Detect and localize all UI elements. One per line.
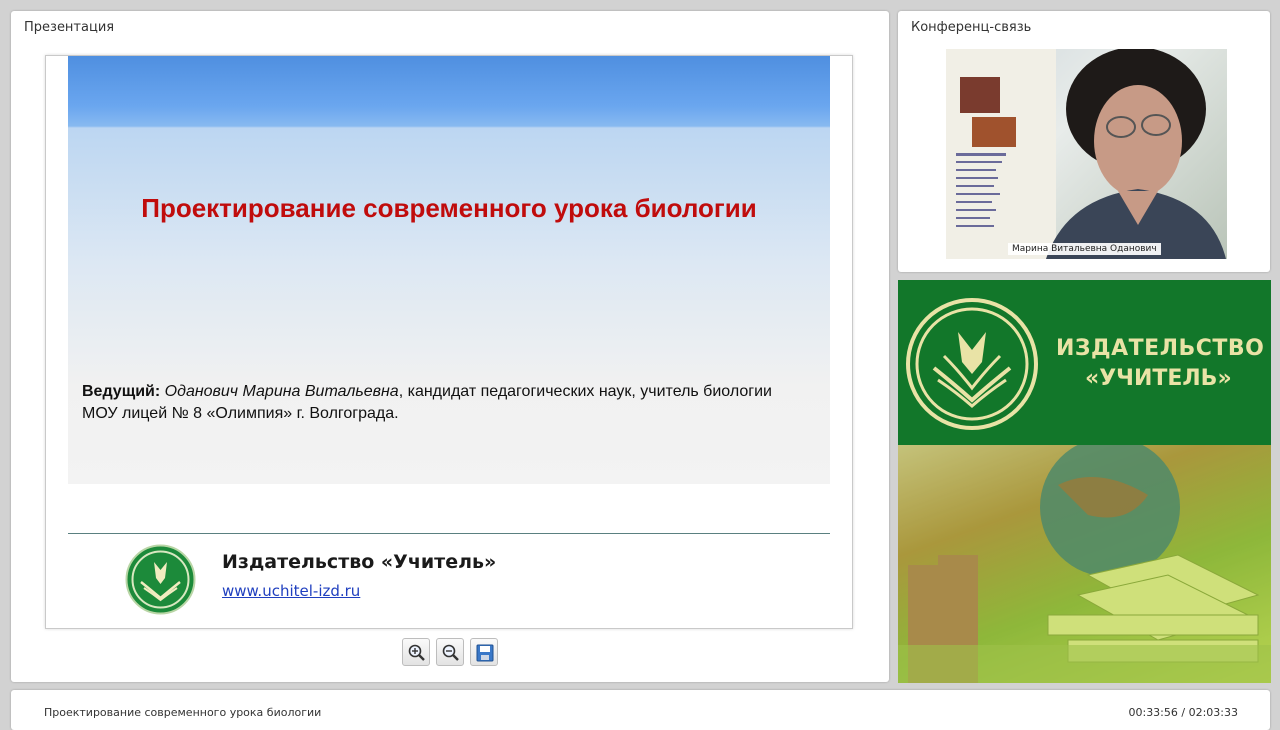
slide-title: Проектирование современного урока биолог…: [141, 193, 757, 223]
conference-panel-title: Конференц-связь: [911, 20, 1032, 35]
presentation-panel: Презентация Проектирование современного …: [11, 11, 889, 682]
presenter-school: МОУ лицей № 8 «Олимпия» г. Волгограда.: [82, 405, 399, 422]
participant-name-tag: Марина Витальевна Оданович: [1008, 243, 1161, 255]
presenter-details: , кандидат педагогических наук, учитель …: [398, 383, 772, 400]
footer-title: Проектирование современного урока биолог…: [44, 706, 322, 719]
playback-time: 00:33:56 / 02:03:33: [1128, 706, 1238, 719]
save-button[interactable]: [470, 638, 498, 666]
publisher-logo-icon: [125, 544, 196, 615]
conference-panel: Конференц-связь Марина Витальевна Оданов…: [898, 11, 1270, 272]
publisher-banner-header: ИЗДАТЕЛЬСТВО «УЧИТЕЛЬ»: [898, 280, 1271, 445]
slide-publisher-link[interactable]: www.uchitel-izd.ru: [222, 582, 360, 600]
slide-header-area: Проектирование современного урока биолог…: [68, 56, 830, 484]
zoom-in-button[interactable]: [402, 638, 430, 666]
participant-video[interactable]: Марина Витальевна Оданович: [946, 49, 1227, 259]
publisher-emblem-icon: [904, 296, 1040, 436]
presentation-panel-title: Презентация: [24, 20, 115, 35]
presenter-label: Ведущий:: [82, 383, 161, 400]
slide-presenter-info: Ведущий: Оданович Марина Витальевна, кан…: [82, 381, 822, 425]
slide-divider: [68, 533, 830, 534]
footer-bar: Проектирование современного урока биолог…: [11, 690, 1270, 730]
slide-publisher-name: Издательство «Учитель»: [222, 551, 497, 573]
presenter-name: Оданович Марина Витальевна: [164, 383, 399, 400]
participant-silhouette: [1046, 49, 1226, 259]
publisher-banner-line2: «УЧИТЕЛЬ»: [1085, 366, 1232, 391]
publisher-banner-line1: ИЗДАТЕЛЬСТВО: [1056, 336, 1265, 361]
slide: Проектирование современного урока биолог…: [45, 55, 853, 629]
zoom-out-button[interactable]: [436, 638, 464, 666]
publisher-banner: ИЗДАТЕЛЬСТВО «УЧИТЕЛЬ»: [898, 280, 1271, 683]
books-globe-image: [898, 437, 1271, 683]
